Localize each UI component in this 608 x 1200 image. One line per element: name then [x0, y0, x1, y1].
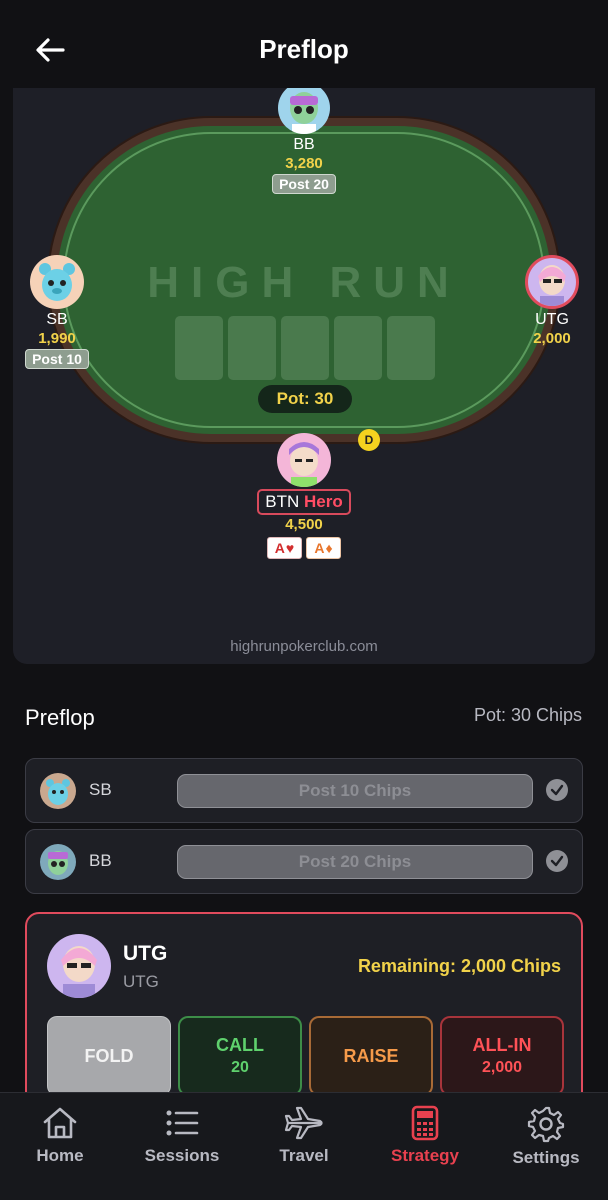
- page-title: Preflop: [259, 34, 349, 64]
- avatar: [47, 934, 111, 998]
- avatar: [40, 844, 76, 880]
- seat-sb[interactable]: SB 1,990 Post 10: [15, 255, 99, 369]
- seat-name: UTG: [535, 311, 569, 328]
- seat-stack: 2,000: [533, 330, 571, 347]
- home-icon: [43, 1107, 77, 1139]
- call-label: CALL: [216, 1035, 264, 1055]
- hero-tag: Hero: [304, 492, 343, 511]
- call-button[interactable]: CALL 20: [178, 1016, 302, 1096]
- seat-name: BTN: [265, 492, 300, 511]
- active-player-name: UTG: [123, 942, 168, 965]
- tab-label: Strategy: [390, 1146, 460, 1165]
- header: Preflop: [0, 0, 608, 92]
- tab-strategy[interactable]: Strategy: [370, 1105, 480, 1166]
- hole-card: A ♥: [267, 537, 302, 559]
- player-avatar-icon: [39, 263, 75, 301]
- board-card-slot: [387, 316, 435, 380]
- post-badge: Post 20: [272, 174, 336, 194]
- tab-label: Home: [36, 1146, 84, 1165]
- poker-table-panel: HIGH RUN Pot: 30 D BB 3,280 Post 20 SB 1…: [13, 88, 595, 664]
- board-card-slot: [175, 316, 223, 380]
- avatar: [277, 433, 331, 487]
- player-avatar-icon: [290, 92, 318, 134]
- seat-name: BB: [293, 136, 315, 153]
- fold-label: FOLD: [84, 1045, 134, 1066]
- community-board: [175, 316, 435, 380]
- card-rank: A: [274, 540, 285, 556]
- seat-utg[interactable]: UTG 2,000: [510, 255, 594, 347]
- player-avatar-icon: [538, 265, 566, 306]
- player-avatar-icon: [48, 851, 68, 875]
- check-icon: [546, 850, 568, 872]
- gear-icon: [527, 1106, 565, 1143]
- check-icon: [546, 779, 568, 801]
- list-icon: [166, 1110, 199, 1136]
- row-action-label: Post 20 Chips: [177, 845, 533, 879]
- diamond-suit-icon: ♦: [325, 540, 333, 556]
- bottom-tab-bar: Home Sessions Travel Strategy Settings: [0, 1092, 608, 1200]
- all-in-label: ALL-IN: [472, 1035, 532, 1055]
- board-card-slot: [281, 316, 329, 380]
- seat-stack: 3,280: [285, 155, 323, 172]
- watermark: highrunpokerclub.com: [230, 638, 378, 655]
- hero-label: BTN Hero: [257, 489, 351, 515]
- avatar: [278, 88, 330, 134]
- section-title: Preflop: [25, 705, 95, 730]
- call-amount: 20: [231, 1059, 249, 1076]
- tab-label: Settings: [512, 1148, 580, 1167]
- tab-home[interactable]: Home: [5, 1105, 115, 1166]
- all-in-button[interactable]: ALL-IN 2,000: [440, 1016, 564, 1096]
- raise-button[interactable]: RAISE: [309, 1016, 433, 1096]
- player-avatar-icon: [289, 442, 319, 487]
- row-action-label: Post 10 Chips: [177, 774, 533, 808]
- seat-name: SB: [46, 311, 68, 328]
- avatar: [30, 255, 84, 309]
- player-avatar-icon: [61, 946, 97, 998]
- pot-display: Pot: 30: [258, 385, 352, 413]
- airplane-icon: [284, 1106, 323, 1140]
- remaining-chips: Remaining: 2,000 Chips: [357, 956, 561, 976]
- hole-card: A ♦: [306, 537, 341, 559]
- row-player-name: SB: [89, 780, 112, 799]
- seat-bb[interactable]: BB 3,280 Post 20: [262, 88, 346, 194]
- seat-btn-hero[interactable]: BTN Hero 4,500 A ♥ A ♦: [244, 433, 364, 559]
- heart-suit-icon: ♥: [285, 540, 295, 556]
- avatar: [525, 255, 579, 309]
- avatar: [40, 773, 76, 809]
- action-row-bb: BB Post 20 Chips: [25, 829, 583, 894]
- card-rank: A: [314, 540, 325, 556]
- player-avatar-icon: [46, 779, 70, 805]
- calculator-icon: [411, 1105, 439, 1141]
- raise-label: RAISE: [343, 1045, 399, 1066]
- post-badge: Post 10: [25, 349, 89, 369]
- tab-label: Sessions: [144, 1146, 220, 1165]
- action-row-sb: SB Post 10 Chips: [25, 758, 583, 823]
- seat-stack: 4,500: [285, 516, 323, 533]
- tab-settings[interactable]: Settings: [491, 1105, 601, 1168]
- tab-label: Travel: [279, 1146, 329, 1165]
- tab-sessions[interactable]: Sessions: [127, 1105, 237, 1166]
- table-logo: HIGH RUN: [147, 258, 461, 307]
- active-player-position: UTG: [123, 972, 159, 991]
- fold-button[interactable]: FOLD: [47, 1016, 171, 1096]
- board-card-slot: [334, 316, 382, 380]
- tab-travel[interactable]: Travel: [249, 1105, 359, 1166]
- section-pot: Pot: 30 Chips: [473, 705, 582, 725]
- seat-stack: 1,990: [38, 330, 76, 347]
- row-player-name: BB: [89, 851, 112, 870]
- hole-cards: A ♥ A ♦: [267, 537, 341, 559]
- board-card-slot: [228, 316, 276, 380]
- all-in-amount: 2,000: [481, 1059, 523, 1076]
